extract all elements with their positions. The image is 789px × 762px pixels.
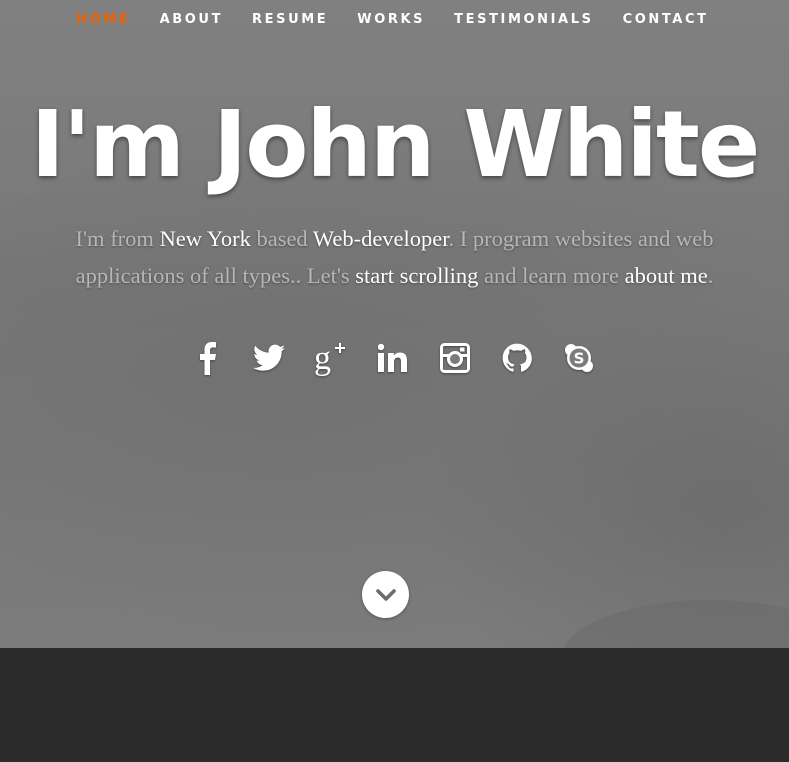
svg-text:S: S xyxy=(573,350,584,368)
intro-text: and learn more xyxy=(478,263,625,288)
hero-intro: I'm from New York based Web-developer. I… xyxy=(20,220,769,294)
scroll-down-button[interactable] xyxy=(362,571,409,618)
intro-text: I'm from xyxy=(75,226,160,251)
role-highlight: Web-developer xyxy=(312,226,449,251)
instagram-icon[interactable] xyxy=(438,336,472,380)
skype-icon[interactable]: S xyxy=(562,336,596,380)
nav-works[interactable]: WORKS xyxy=(357,12,425,27)
linkedin-icon[interactable] xyxy=(376,336,410,380)
github-icon[interactable] xyxy=(500,336,534,380)
social-links: g S xyxy=(0,336,789,380)
start-scrolling-link[interactable]: start scrolling xyxy=(355,263,478,288)
main-nav: HOME ABOUT RESUME WORKS TESTIMONIALS CON… xyxy=(0,0,789,38)
facebook-icon[interactable] xyxy=(190,336,224,380)
intro-text: . xyxy=(707,263,714,288)
google-plus-icon[interactable]: g xyxy=(314,336,348,380)
twitter-icon[interactable] xyxy=(252,336,286,380)
location-highlight: New York xyxy=(159,226,251,251)
nav-resume[interactable]: RESUME xyxy=(252,12,328,27)
nav-home[interactable]: HOME xyxy=(76,12,130,27)
about-me-link[interactable]: about me xyxy=(625,263,708,288)
about-section xyxy=(0,648,789,762)
nav-contact[interactable]: CONTACT xyxy=(623,12,709,27)
chevron-down-icon xyxy=(375,588,396,601)
intro-text: based xyxy=(250,226,313,251)
hero-title: I'm John White xyxy=(30,91,761,198)
nav-about[interactable]: ABOUT xyxy=(160,12,223,27)
svg-text:g: g xyxy=(314,340,331,376)
hero-section: HOME ABOUT RESUME WORKS TESTIMONIALS CON… xyxy=(0,0,789,648)
nav-testimonials[interactable]: TESTIMONIALS xyxy=(454,12,593,27)
